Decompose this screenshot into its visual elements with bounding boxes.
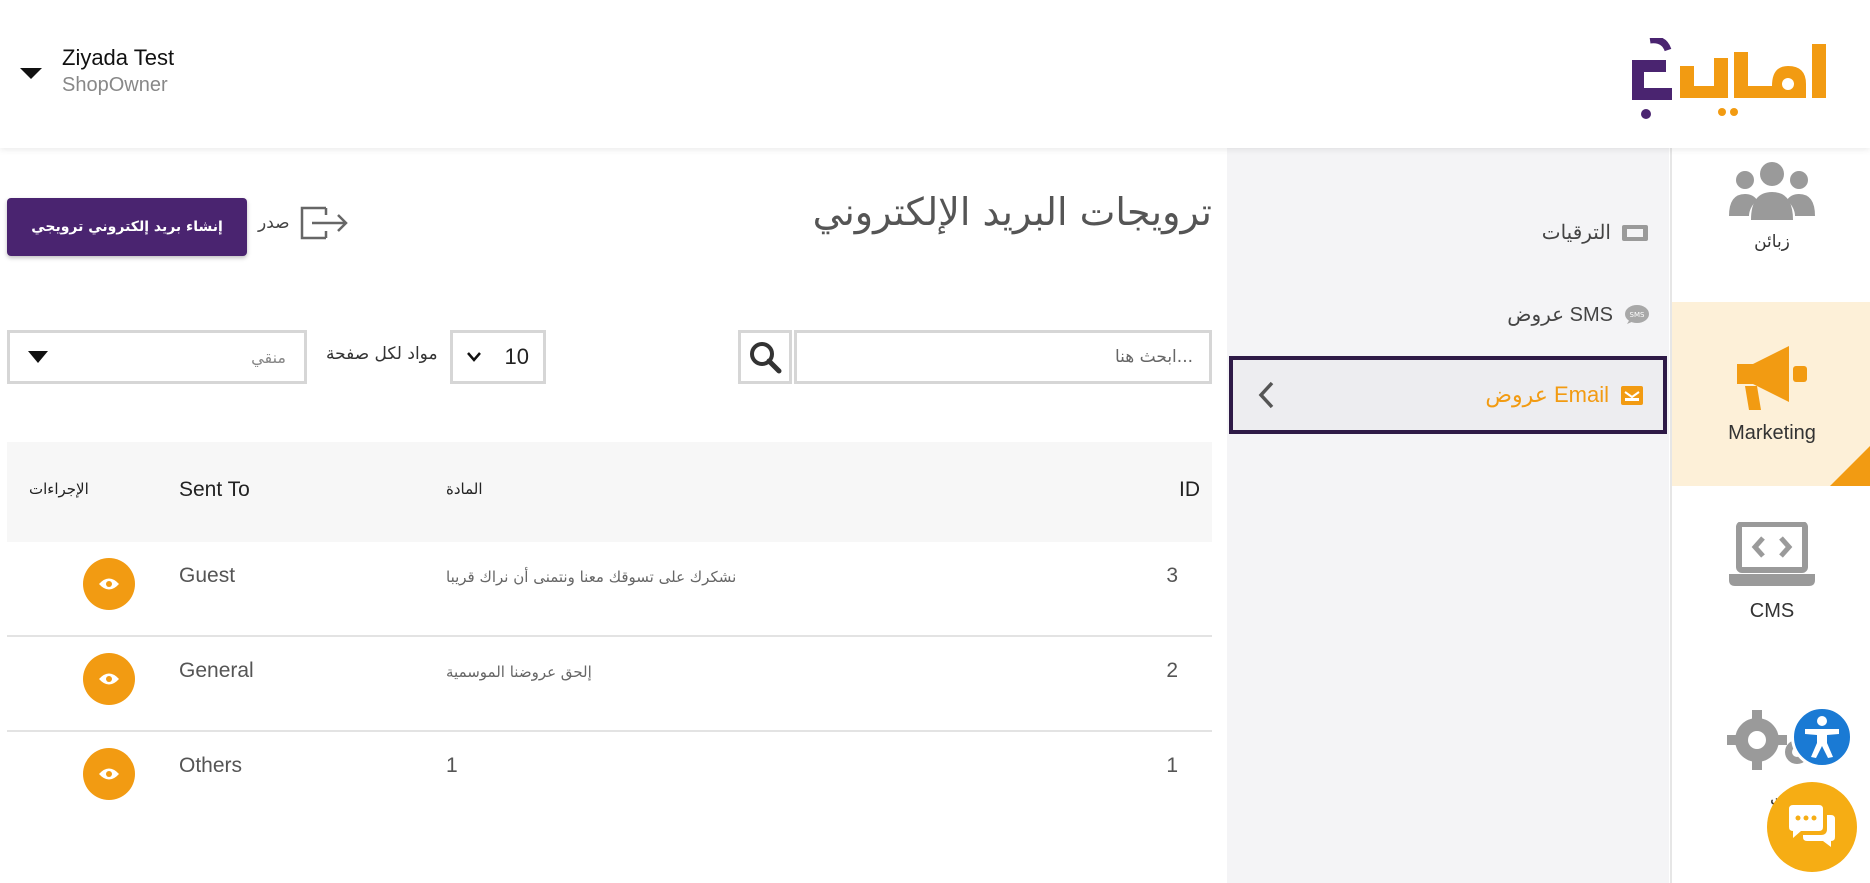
- col-id[interactable]: ID: [1179, 478, 1200, 502]
- table-row: 1 1 Others: [7, 732, 1212, 827]
- search-bar: [738, 330, 1212, 384]
- export-label: صدر: [258, 213, 290, 233]
- view-button[interactable]: [83, 653, 135, 705]
- main-nav-rail: زبائن Marketing CMS: [1670, 148, 1870, 883]
- ticket-icon: [1622, 224, 1648, 241]
- filter-placeholder: منقي: [251, 347, 286, 367]
- main-content: ترويجات البريد الإلكتروني إنشاء بريد إلك…: [0, 148, 1227, 883]
- search-icon: [750, 342, 782, 374]
- row-subject: نشكرك على تسوقك معنا ونتمنى أن نراك قريب…: [446, 568, 737, 586]
- accessibility-button[interactable]: [1791, 706, 1853, 768]
- megaphone-icon: [1737, 346, 1807, 410]
- submenu-label: عروض SMS: [1507, 304, 1613, 326]
- col-actions: الإجراءات: [29, 480, 89, 498]
- row-id: 1: [1166, 754, 1178, 777]
- active-corner-marker: [1830, 444, 1870, 486]
- nav-item-marketing[interactable]: Marketing: [1672, 302, 1870, 486]
- nav-label: CMS: [1749, 600, 1795, 622]
- page-title: ترويجات البريد الإلكتروني: [812, 190, 1212, 234]
- view-button[interactable]: [83, 558, 135, 610]
- table-row: 2 إلحق عروضنا الموسمية General: [7, 637, 1212, 732]
- table-row: 3 نشكرك على تسوقك معنا ونتمنى أن نراك قر…: [7, 542, 1212, 637]
- row-subject: 1: [446, 754, 458, 777]
- filter-select[interactable]: منقي: [7, 330, 307, 384]
- per-page-label: مواد لكل صفحة: [326, 344, 438, 364]
- chevron-down-icon: [467, 352, 481, 362]
- row-sent-to: General: [179, 659, 254, 682]
- create-promo-email-button[interactable]: إنشاء بريد إلكتروني ترويجي: [7, 198, 247, 256]
- row-id: 3: [1166, 564, 1178, 587]
- submenu-item-email-offers[interactable]: عروض Email: [1229, 356, 1667, 434]
- submenu-label: الترقيات: [1541, 222, 1611, 244]
- view-button[interactable]: [83, 748, 135, 800]
- top-header: Ziyada Test ShopOwner: [0, 0, 1870, 148]
- search-input[interactable]: [794, 330, 1212, 384]
- col-subject[interactable]: المادة: [446, 480, 483, 498]
- accessibility-icon: [1805, 716, 1839, 758]
- user-role: ShopOwner: [62, 74, 168, 96]
- nav-label: زبائن: [1754, 232, 1790, 252]
- marketing-submenu: الترقيات عروض SMS SMS عروض Email: [1227, 148, 1669, 883]
- export-button[interactable]: صدر: [258, 206, 350, 240]
- chat-button[interactable]: [1767, 782, 1857, 872]
- submenu-item-sms-offers[interactable]: عروض SMS SMS: [1507, 302, 1649, 327]
- nav-label: Marketing: [1728, 422, 1816, 444]
- caret-down-icon: [28, 351, 48, 363]
- per-page-value: 10: [504, 344, 529, 369]
- submenu-label: عروض Email: [1485, 382, 1609, 407]
- user-name: Ziyada Test: [62, 45, 175, 70]
- table-header: ID المادة Sent To الإجراءات: [7, 442, 1212, 542]
- submenu-item-promotions[interactable]: الترقيات: [1542, 220, 1649, 245]
- eye-icon: [99, 768, 119, 780]
- per-page-select[interactable]: 10: [450, 330, 546, 384]
- col-sent-to[interactable]: Sent To: [179, 478, 250, 502]
- kleefa-logo[interactable]: [1622, 38, 1842, 123]
- users-icon: [1729, 162, 1815, 220]
- nav-item-customers[interactable]: زبائن: [1672, 148, 1870, 298]
- export-icon: [300, 206, 348, 240]
- chat-icon: [1789, 805, 1835, 847]
- promotions-table: ID المادة Sent To الإجراءات 3 نشكرك على …: [7, 442, 1212, 827]
- caret-down-icon[interactable]: [20, 67, 42, 79]
- user-menu[interactable]: Ziyada Test ShopOwner: [20, 44, 174, 98]
- row-sent-to: Guest: [179, 564, 236, 587]
- row-sent-to: Others: [179, 754, 243, 777]
- nav-item-cms[interactable]: CMS: [1672, 516, 1870, 666]
- email-box-icon: [1621, 386, 1643, 405]
- code-laptop-icon: [1729, 522, 1815, 586]
- sms-bubble-icon: SMS: [1625, 304, 1649, 324]
- eye-icon: [99, 578, 119, 590]
- svg-text:SMS: SMS: [1630, 311, 1645, 319]
- row-subject: إلحق عروضنا الموسمية: [446, 663, 592, 681]
- chevron-left-icon[interactable]: [1257, 380, 1275, 410]
- eye-icon: [99, 673, 119, 685]
- search-button[interactable]: [738, 330, 792, 384]
- row-id: 2: [1166, 659, 1178, 682]
